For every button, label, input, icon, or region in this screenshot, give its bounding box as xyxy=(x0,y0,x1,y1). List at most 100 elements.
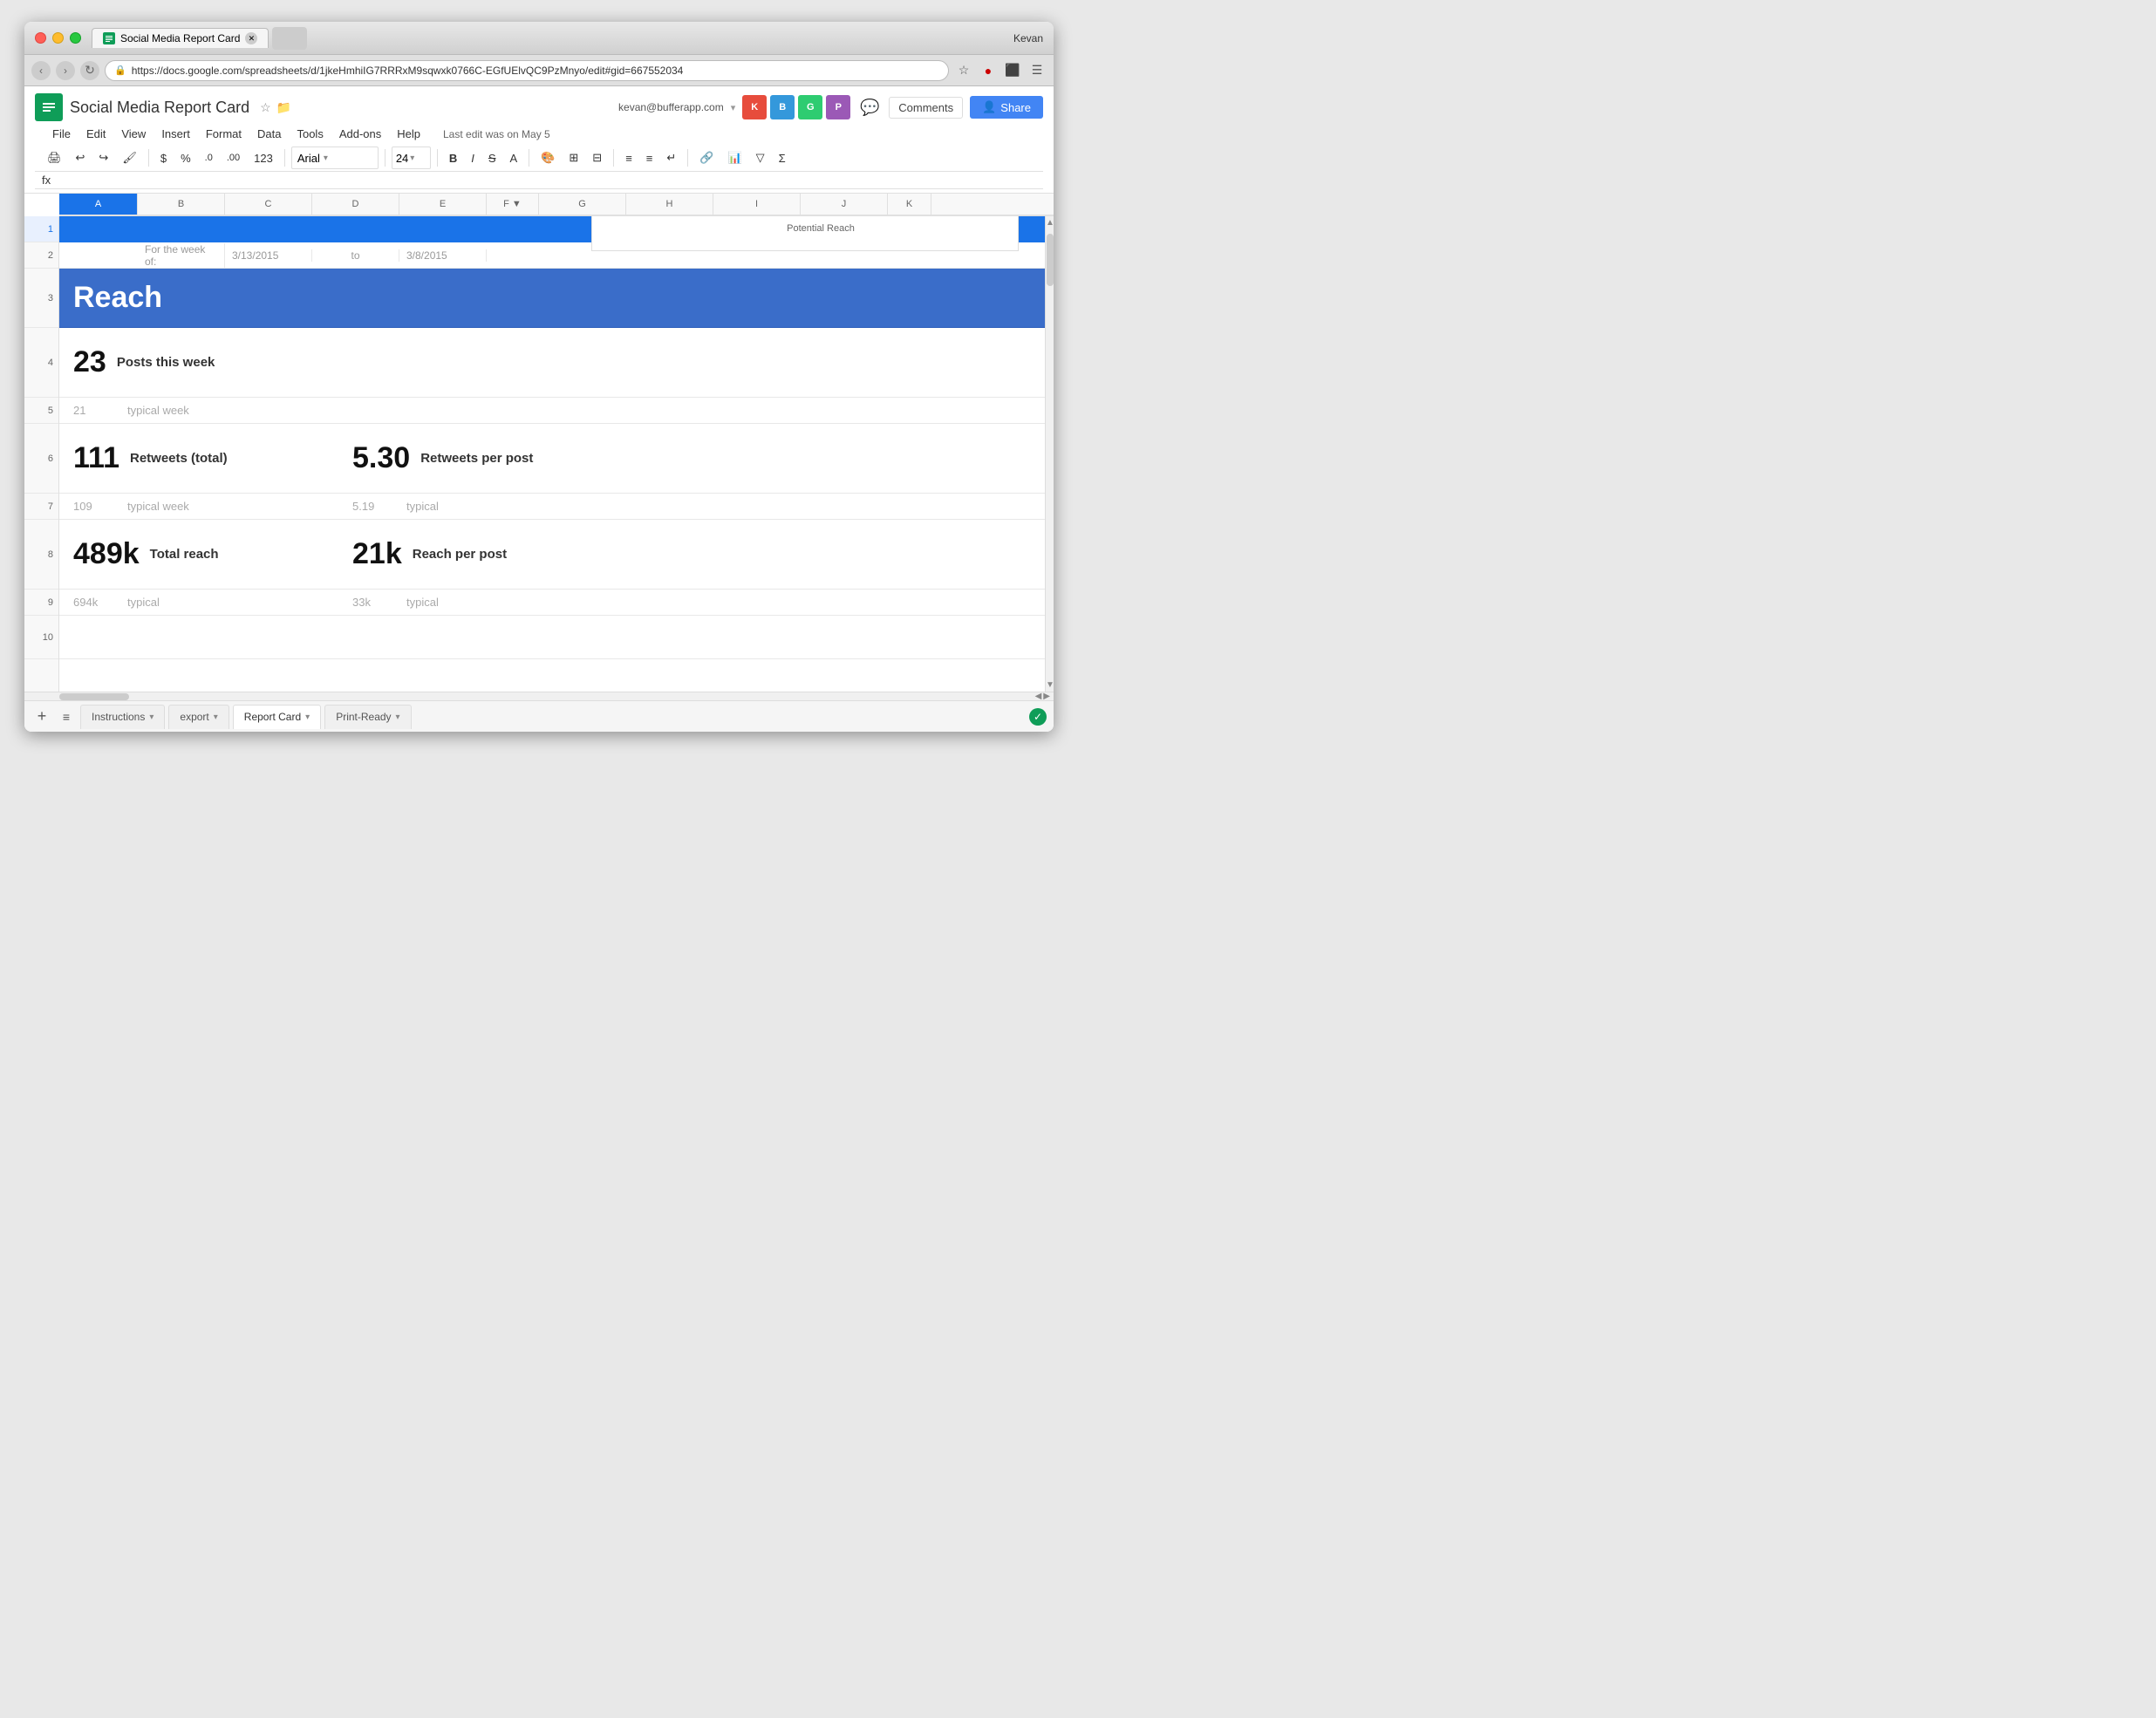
scroll-up-arrow[interactable]: ▲ xyxy=(1046,216,1054,228)
paint-format-button[interactable]: 🖌 xyxy=(117,147,142,169)
share-button[interactable]: 👤 Share xyxy=(970,96,1043,119)
percent-button[interactable]: % xyxy=(175,147,196,169)
chart-button[interactable]: 📊 xyxy=(722,147,747,169)
sheet-tab-print-ready[interactable]: Print-Ready ▾ xyxy=(324,705,411,729)
star-icon[interactable]: ☆ xyxy=(260,100,271,115)
row-num-9[interactable]: 9 xyxy=(24,590,58,616)
chat-icon[interactable]: 💬 xyxy=(857,95,882,119)
dropdown-arrow[interactable]: ▾ xyxy=(731,102,736,113)
cell-c2[interactable]: 3/13/2015 xyxy=(225,249,312,262)
row-num-4[interactable]: 4 xyxy=(24,328,58,398)
menu-view[interactable]: View xyxy=(114,125,153,143)
font-selector[interactable]: Arial ▾ xyxy=(291,147,379,169)
bookmark-icon[interactable]: ☆ xyxy=(954,61,973,80)
new-tab-area xyxy=(272,27,307,50)
cell-b2[interactable]: For the week of: xyxy=(138,243,225,268)
h-scrollbar-thumb[interactable] xyxy=(59,693,129,700)
col-header-j[interactable]: J xyxy=(801,194,888,215)
row-num-5[interactable]: 5 xyxy=(24,398,58,424)
folder-icon[interactable]: 📁 xyxy=(276,100,291,115)
total-reach-value: 489k xyxy=(73,537,140,571)
row-num-8[interactable]: 8 xyxy=(24,520,58,590)
forward-button[interactable]: › xyxy=(56,61,75,80)
align-center-button[interactable]: ≡ xyxy=(641,147,658,169)
maximize-button[interactable] xyxy=(70,32,81,44)
sheet-tab-report-card[interactable]: Report Card ▾ xyxy=(233,705,321,729)
col-header-f[interactable]: F ▼ xyxy=(487,194,539,215)
currency-button[interactable]: $ xyxy=(155,147,172,169)
wrap-button[interactable]: ↵ xyxy=(661,147,681,169)
address-field[interactable]: 🔒 https://docs.google.com/spreadsheets/d… xyxy=(105,60,949,81)
row-3-reach: Reach xyxy=(59,269,1045,328)
row-num-6[interactable]: 6 xyxy=(24,424,58,494)
filter-button[interactable]: ▽ xyxy=(751,147,770,169)
row-num-1[interactable]: 1 xyxy=(24,216,58,242)
italic-button[interactable]: I xyxy=(466,147,480,169)
close-button[interactable] xyxy=(35,32,46,44)
fill-color-button[interactable]: 🎨 xyxy=(536,147,560,169)
link-button[interactable]: 🔗 xyxy=(694,147,719,169)
borders-button[interactable]: ⊞ xyxy=(563,147,583,169)
add-sheet-button[interactable]: + xyxy=(31,706,52,727)
cell-e2[interactable]: 3/8/2015 xyxy=(399,249,487,262)
menu-data[interactable]: Data xyxy=(250,125,288,143)
row-num-2[interactable]: 2 xyxy=(24,242,58,269)
font-size-selector[interactable]: 24 ▾ xyxy=(392,147,431,169)
row-num-3[interactable]: 3 xyxy=(24,269,58,328)
menu-edit[interactable]: Edit xyxy=(79,125,113,143)
comments-button[interactable]: Comments xyxy=(889,97,963,119)
scrollbar-thumb[interactable] xyxy=(1047,234,1054,286)
menu-format[interactable]: Format xyxy=(199,125,249,143)
row-num-10[interactable]: 10 xyxy=(24,616,58,659)
sheets-tab-icon xyxy=(103,32,115,44)
print-button[interactable]: 🖨 xyxy=(42,147,67,169)
back-button[interactable]: ‹ xyxy=(31,61,51,80)
active-tab[interactable]: Social Media Report Card ✕ xyxy=(92,28,269,48)
sheet-tab-instructions-label: Instructions xyxy=(92,711,145,723)
col-header-i[interactable]: I xyxy=(713,194,801,215)
row-num-7[interactable]: 7 xyxy=(24,494,58,520)
minimize-button[interactable] xyxy=(52,32,64,44)
extension-icon-3[interactable]: ☰ xyxy=(1027,61,1047,80)
menu-help[interactable]: Help xyxy=(390,125,427,143)
menu-addons[interactable]: Add-ons xyxy=(332,125,388,143)
col-header-c[interactable]: C xyxy=(225,194,312,215)
horizontal-scrollbar[interactable]: ◀ ▶ xyxy=(24,692,1054,700)
menu-insert[interactable]: Insert xyxy=(154,125,197,143)
col-header-e[interactable]: E xyxy=(399,194,487,215)
sheet-tab-instructions[interactable]: Instructions ▾ xyxy=(80,705,165,729)
menu-tools[interactable]: Tools xyxy=(290,125,330,143)
undo-button[interactable]: ↩ xyxy=(71,147,91,169)
col-header-a[interactable]: A xyxy=(59,194,138,215)
bold-button[interactable]: B xyxy=(444,147,462,169)
col-header-g[interactable]: G xyxy=(539,194,626,215)
increase-decimal-button[interactable]: .00 xyxy=(222,147,245,169)
menu-file[interactable]: File xyxy=(45,125,78,143)
h-scroll-right[interactable]: ▶ xyxy=(1043,692,1050,700)
col-header-b[interactable]: B xyxy=(138,194,225,215)
sheet-tab-export[interactable]: export ▾ xyxy=(168,705,229,729)
redo-button[interactable]: ↪ xyxy=(93,147,113,169)
number-format-button[interactable]: 123 xyxy=(249,147,278,169)
vertical-scrollbar[interactable]: ▲ ▼ xyxy=(1045,216,1054,692)
svg-text:Potential Reach: Potential Reach xyxy=(787,223,855,234)
col-header-d[interactable]: D xyxy=(312,194,399,215)
extension-icon-2[interactable]: ⬛ xyxy=(1003,61,1022,80)
extension-icon-1[interactable]: ● xyxy=(979,61,998,80)
cell-d2[interactable]: to xyxy=(312,249,399,262)
align-left-button[interactable]: ≡ xyxy=(620,147,638,169)
tab-close-btn[interactable]: ✕ xyxy=(245,32,257,44)
font-dropdown-arrow: ▾ xyxy=(324,153,328,163)
h-scroll-left[interactable]: ◀ xyxy=(1035,692,1042,700)
function-button[interactable]: Σ xyxy=(774,147,791,169)
merge-cells-button[interactable]: ⊟ xyxy=(587,147,607,169)
col-header-h[interactable]: H xyxy=(626,194,713,215)
col-header-k[interactable]: K xyxy=(888,194,931,215)
decrease-decimal-button[interactable]: .0 xyxy=(200,147,218,169)
text-color-button[interactable]: A xyxy=(505,147,523,169)
strikethrough-button[interactable]: S xyxy=(483,147,501,169)
sheet-list-button[interactable]: ≡ xyxy=(56,706,77,727)
tab-bar: Social Media Report Card ✕ xyxy=(92,27,1013,50)
refresh-button[interactable]: ↻ xyxy=(80,61,99,80)
scroll-down-arrow[interactable]: ▼ xyxy=(1046,680,1054,690)
